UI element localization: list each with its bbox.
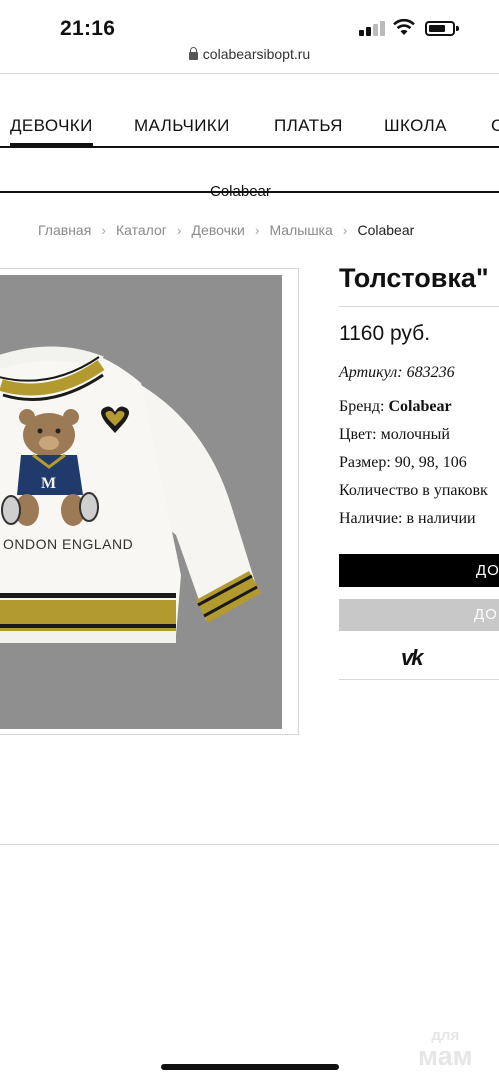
sku-value: 683236 xyxy=(406,364,455,381)
share-divider xyxy=(339,679,499,680)
quantity-row: Количество в упаковк xyxy=(339,482,488,500)
nav-item-girls[interactable]: ДЕВОЧКИ xyxy=(10,116,93,147)
content-divider xyxy=(0,844,499,845)
lock-icon xyxy=(188,47,198,60)
size-value: 90, 98, 106 xyxy=(394,454,467,471)
category-nav: ДЕВОЧКИ МАЛЬЧИКИ ПЛАТЬЯ ШКОЛА С xyxy=(0,104,499,148)
size-label: Размер: xyxy=(339,454,391,471)
secondary-action-button[interactable]: ДО xyxy=(339,599,499,631)
product-image[interactable]: M ONDON ENGLAND xyxy=(0,268,299,735)
battery-tip xyxy=(456,26,459,31)
svg-text:M: M xyxy=(41,475,56,492)
sweatshirt-photo: M ONDON ENGLAND xyxy=(0,275,282,729)
sweatshirt-slogan: ONDON ENGLAND xyxy=(3,536,133,552)
breadcrumb-baby[interactable]: Малышка xyxy=(269,222,332,238)
breadcrumb-girls[interactable]: Девочки xyxy=(192,222,245,238)
chevron-right-icon: › xyxy=(176,222,182,238)
breadcrumb-catalog[interactable]: Каталог xyxy=(116,222,167,238)
breadcrumb-current: Colabear xyxy=(357,222,415,238)
nav-underline xyxy=(0,146,499,148)
sku-row: Артикул: 683236 xyxy=(339,364,455,382)
brand-title: Colabear xyxy=(210,183,271,200)
home-indicator[interactable] xyxy=(161,1064,339,1070)
sku-label: Артикул: xyxy=(339,364,403,381)
brand-label: Бренд: xyxy=(339,398,385,415)
chevron-right-icon: › xyxy=(254,222,260,238)
product-title: Толстовка" xyxy=(339,263,489,293)
breadcrumb-home[interactable]: Главная xyxy=(38,222,91,238)
nav-item-dresses[interactable]: ПЛАТЬЯ xyxy=(274,116,343,136)
nav-item-more[interactable]: С xyxy=(491,116,499,136)
color-label: Цвет: xyxy=(339,426,377,443)
availability-row: Наличие: в наличии xyxy=(339,510,476,528)
watermark: для мам xyxy=(418,1028,473,1070)
nav-item-school[interactable]: ШКОЛА xyxy=(384,116,447,136)
brand-value[interactable]: Colabear xyxy=(388,398,451,415)
url-bar[interactable]: colabearsibopt.ru xyxy=(0,46,499,70)
header-divider xyxy=(0,73,499,74)
status-time: 21:16 xyxy=(60,17,116,40)
vk-share-icon[interactable]: vk xyxy=(401,645,424,671)
add-to-cart-button[interactable]: ДО xyxy=(339,554,499,587)
nav-item-boys[interactable]: МАЛЬЧИКИ xyxy=(134,116,230,136)
title-divider xyxy=(339,306,499,307)
breadcrumb: Главная › Каталог › Девочки › Малышка › Colabear xyxy=(38,222,414,238)
product-price: 1160 руб. xyxy=(339,322,431,345)
color-value: молочный xyxy=(380,426,450,443)
size-row: Размер: 90, 98, 106 xyxy=(339,454,467,472)
availability-label: Наличие: xyxy=(339,510,403,527)
wifi-icon xyxy=(393,18,415,35)
brand-row: Бренд: Colabear xyxy=(339,398,452,416)
color-row: Цвет: молочный xyxy=(339,426,450,444)
status-bar: 21:16 xyxy=(0,0,499,44)
battery-icon xyxy=(425,21,455,36)
watermark-line2: мам xyxy=(418,1041,473,1071)
chevron-right-icon: › xyxy=(101,222,106,238)
availability-value: в наличии xyxy=(406,510,476,527)
chevron-right-icon: › xyxy=(342,222,348,238)
quantity-label: Количество в упаковк xyxy=(339,482,488,499)
cellular-signal-icon xyxy=(359,20,385,36)
url-text: colabearsibopt.ru xyxy=(202,46,311,62)
